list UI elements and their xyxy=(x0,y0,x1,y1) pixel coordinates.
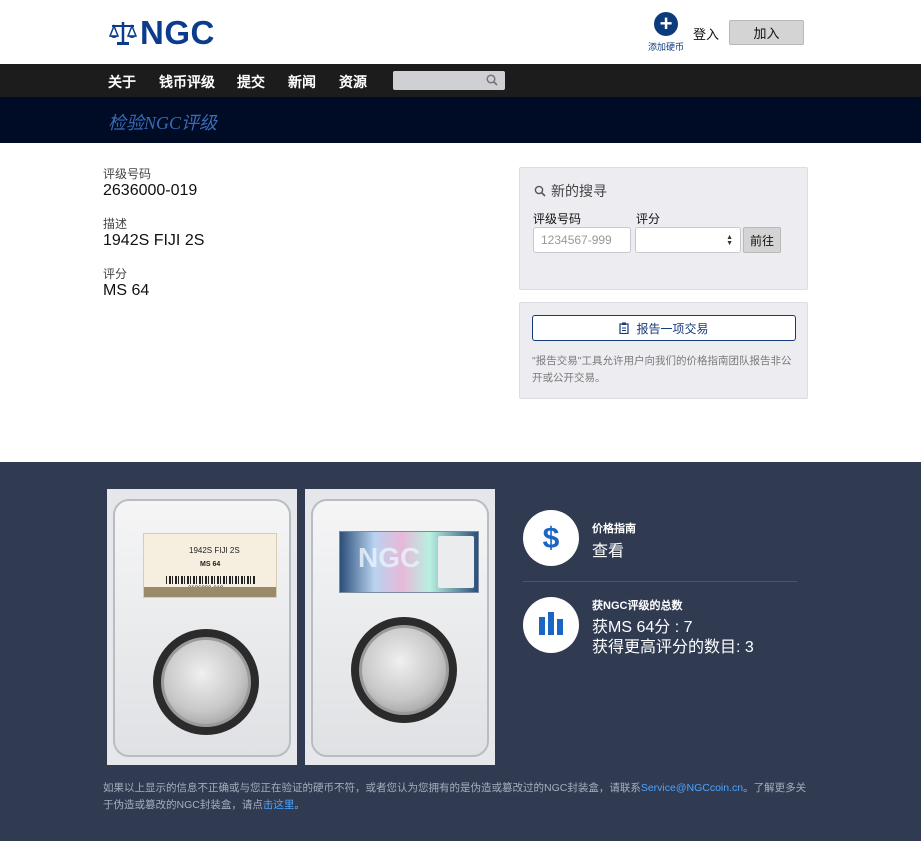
hologram-ngc-text: NGC xyxy=(358,542,421,573)
nav-search-input[interactable] xyxy=(393,71,505,90)
nav-item-coin-grading[interactable]: 钱币评级 xyxy=(159,72,215,92)
nav-item-submit[interactable]: 提交 xyxy=(237,72,265,92)
slab-back-image[interactable]: NGC xyxy=(305,489,495,765)
magnifier-icon[interactable] xyxy=(486,74,498,86)
nav-item-about[interactable]: 关于 xyxy=(108,72,136,92)
section-divider xyxy=(523,581,797,582)
click-here-link[interactable]: 击这里 xyxy=(263,799,295,811)
main-nav: 关于 钱币评级 提交 新闻 资源 xyxy=(0,64,921,97)
new-search-title: 新的搜寻 xyxy=(551,183,607,199)
search-icon xyxy=(534,185,546,197)
nav-item-resources[interactable]: 资源 xyxy=(339,72,367,92)
add-coin-button[interactable]: + 添加硬币 xyxy=(644,12,688,53)
coin-reverse xyxy=(359,625,449,715)
grade-label: 评分 xyxy=(103,267,128,281)
grade-select[interactable]: ▲ ▼ xyxy=(635,227,741,253)
coin-obverse xyxy=(161,637,251,727)
nav-item-news[interactable]: 新闻 xyxy=(288,72,316,92)
slab-label-grade: MS 64 xyxy=(200,561,221,568)
price-guide-title: 价格指南 xyxy=(592,523,636,535)
report-description: "报告交易"工具允许用户向我们的价格指南团队报告非公开或公开交易。 xyxy=(532,355,792,384)
ana-png-badge xyxy=(438,536,474,588)
description-label: 描述 xyxy=(103,217,128,231)
ngc-logo[interactable]: NGC xyxy=(109,14,215,51)
price-guide-icon[interactable]: $ xyxy=(523,510,579,566)
report-button-label: 报告一项交易 xyxy=(636,321,709,336)
svg-text:$: $ xyxy=(543,522,560,555)
cert-value: 2636000-019 xyxy=(103,182,198,199)
census-line2: 获得更高评分的数目: 3 xyxy=(592,639,754,656)
cert-label: 评级号码 xyxy=(103,167,152,181)
add-coin-label: 添加硬币 xyxy=(647,42,684,52)
go-button[interactable]: 前往 xyxy=(743,227,781,253)
email-link[interactable]: Service@NGCcoin.cn xyxy=(641,782,743,794)
census-title: 获NGC评级的总数 xyxy=(592,600,683,612)
footer-text-1: 如果以上显示的信息不正确或与您正在验证的硬币不符，或者您认为您拥有的是伪造或篡改… xyxy=(103,782,641,794)
logo-text: NGC xyxy=(140,14,215,51)
description-value: 1942S FIJI 2S xyxy=(103,232,205,249)
plus-circle-icon: + xyxy=(654,12,678,36)
slab-back-hologram: NGC xyxy=(339,531,479,593)
cert-number-input[interactable] xyxy=(533,227,631,253)
report-transaction-button[interactable]: 报告一项交易 xyxy=(532,315,796,341)
site-header: NGC + 添加硬币 登入 加入 xyxy=(0,0,921,64)
price-guide-link[interactable]: 查看 xyxy=(592,537,624,561)
footer-text-3: 。 xyxy=(294,799,305,811)
label-strip xyxy=(144,587,276,597)
select-arrows-icon: ▲ ▼ xyxy=(726,234,733,247)
page-title: 检验NGC评级 xyxy=(108,113,218,133)
new-search-panel: 新的搜寻 评级号码 评分 ▲▼ 前往 xyxy=(519,167,808,290)
search-cert-label: 评级号码 xyxy=(533,212,582,226)
login-link[interactable]: 登入 xyxy=(693,24,719,43)
slab-label-desc: 1942S FIJI 2S xyxy=(189,546,240,555)
new-search-heading: 新的搜寻 xyxy=(534,181,607,201)
scales-icon xyxy=(109,22,137,45)
census-icon[interactable] xyxy=(523,597,579,653)
slab-front-image[interactable]: 1942S FIJI 2S MS 64 2636000-019 xyxy=(107,489,297,765)
title-band: 检验NGC评级 xyxy=(0,97,921,143)
report-panel: 报告一项交易 "报告交易"工具允许用户向我们的价格指南团队报告非公开或公开交易。 xyxy=(519,302,808,399)
dollar-icon: $ xyxy=(543,522,560,555)
join-button[interactable]: 加入 xyxy=(729,20,804,45)
slab-front-label: 1942S FIJI 2S MS 64 2636000-019 xyxy=(143,533,277,598)
barcode xyxy=(166,576,256,584)
slab-front-holder: 1942S FIJI 2S MS 64 2636000-019 xyxy=(113,499,291,757)
bar-chart-icon xyxy=(539,612,563,635)
coin-info: 评级号码 2636000-019 描述 1942S FIJI 2S 评分 MS … xyxy=(103,165,204,315)
grade-value: MS 64 xyxy=(103,282,150,299)
footer-notice: 如果以上显示的信息不正确或与您正在验证的硬币不符，或者您认为您拥有的是伪造或篡改… xyxy=(103,780,813,814)
slab-back-holder: NGC xyxy=(311,499,489,757)
clipboard-icon xyxy=(619,322,630,334)
search-grade-label: 评分 xyxy=(636,212,661,226)
